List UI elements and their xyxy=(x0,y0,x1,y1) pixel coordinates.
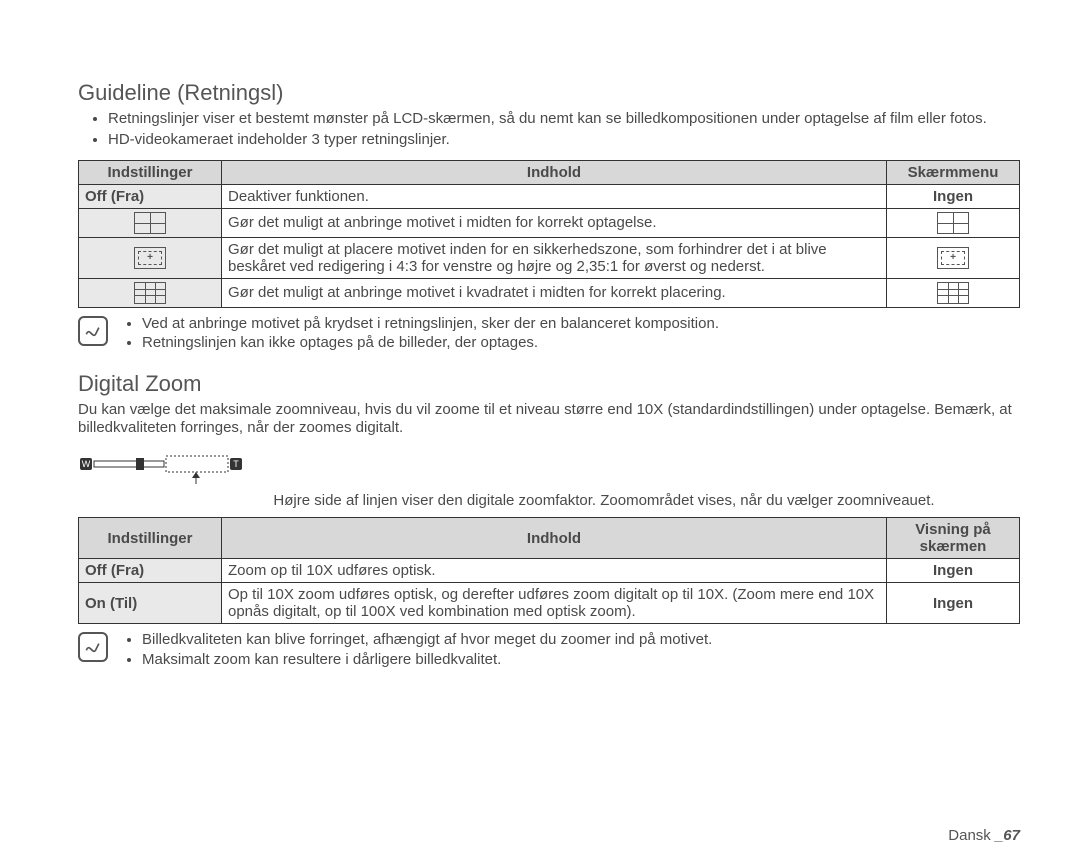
th-display: Visning på skærmen xyxy=(887,518,1020,559)
zoom-table: Indstillinger Indhold Visning på skærmen… xyxy=(78,517,1020,624)
zoom-bar-illustration: W T xyxy=(78,448,1020,488)
guideline-grid-icon xyxy=(937,282,969,304)
note-item: Ved at anbringe motivet på krydset i ret… xyxy=(142,314,719,334)
cell-content: Gør det muligt at placere motivet inden … xyxy=(222,237,887,278)
guideline-safezone-icon xyxy=(937,247,969,269)
zoom-caption: Højre side af linjen viser den digitale … xyxy=(188,492,1020,509)
intro-item: Retningslinjer viser et bestemt mønster … xyxy=(108,110,1020,129)
guideline-table: Indstillinger Indhold Skærmmenu Off (Fra… xyxy=(78,160,1020,308)
guideline-intro-list: Retningslinjer viser et bestemt mønster … xyxy=(78,110,1020,150)
guideline-cross-icon xyxy=(937,212,969,234)
table-row: Gør det muligt at anbringe motivet i mid… xyxy=(79,208,1020,237)
th-content: Indhold xyxy=(222,160,887,184)
cell-display-icon xyxy=(887,278,1020,307)
note-item: Maksimalt zoom kan resultere i dårligere… xyxy=(142,650,712,670)
cell-display: Ingen xyxy=(887,559,1020,583)
cell-content: Gør det muligt at anbringe motivet i kva… xyxy=(222,278,887,307)
page-footer: Dansk _67 xyxy=(948,827,1020,844)
guideline-grid-icon xyxy=(134,282,166,304)
svg-text:W: W xyxy=(82,459,91,469)
table-header-row: Indstillinger Indhold Visning på skærmen xyxy=(79,518,1020,559)
guideline-safezone-icon xyxy=(134,247,166,269)
cell-display-icon xyxy=(887,208,1020,237)
table-row: Off (Fra) Deaktiver funktionen. Ingen xyxy=(79,184,1020,208)
section-title-zoom: Digital Zoom xyxy=(78,371,1020,397)
footer-lang: Dansk xyxy=(948,827,995,844)
cell-setting-icon xyxy=(79,278,222,307)
th-settings: Indstillinger xyxy=(79,518,222,559)
cell-setting: Off (Fra) xyxy=(79,559,222,583)
zoom-note: Billedkvaliteten kan blive forringet, af… xyxy=(78,630,1020,669)
cell-content: Deaktiver funktionen. xyxy=(222,184,887,208)
cell-setting-icon xyxy=(79,237,222,278)
cell-display-icon xyxy=(887,237,1020,278)
intro-item: HD-videokameraet indeholder 3 typer retn… xyxy=(108,131,1020,150)
th-display: Skærmmenu xyxy=(887,160,1020,184)
note-item: Retningslinjen kan ikke optages på de bi… xyxy=(142,333,719,353)
table-row: Gør det muligt at anbringe motivet i kva… xyxy=(79,278,1020,307)
zoom-intro: Du kan vælge det maksimale zoomniveau, h… xyxy=(78,401,1020,439)
note-icon xyxy=(78,316,108,346)
th-content: Indhold xyxy=(222,518,887,559)
table-row: Gør det muligt at placere motivet inden … xyxy=(79,237,1020,278)
table-row: On (Til) Op til 10X zoom udføres optisk,… xyxy=(79,583,1020,624)
table-header-row: Indstillinger Indhold Skærmmenu xyxy=(79,160,1020,184)
table-row: Off (Fra) Zoom op til 10X udføres optisk… xyxy=(79,559,1020,583)
note-icon xyxy=(78,632,108,662)
footer-page: _67 xyxy=(995,827,1020,844)
cell-content: Zoom op til 10X udføres optisk. xyxy=(222,559,887,583)
svg-text:T: T xyxy=(233,459,239,469)
guideline-cross-icon xyxy=(134,212,166,234)
cell-content: Gør det muligt at anbringe motivet i mid… xyxy=(222,208,887,237)
manual-page: Guideline (Retningsl) Retningslinjer vis… xyxy=(0,0,1080,868)
note-item: Billedkvaliteten kan blive forringet, af… xyxy=(142,630,712,650)
cell-content: Op til 10X zoom udføres optisk, og deref… xyxy=(222,583,887,624)
cell-setting: Off (Fra) xyxy=(79,184,222,208)
cell-setting-icon xyxy=(79,208,222,237)
cell-setting: On (Til) xyxy=(79,583,222,624)
cell-display: Ingen xyxy=(887,583,1020,624)
cell-display: Ingen xyxy=(887,184,1020,208)
guideline-note: Ved at anbringe motivet på krydset i ret… xyxy=(78,314,1020,353)
section-title-guideline: Guideline (Retningsl) xyxy=(78,80,1020,106)
zoom-bar-icon: W T xyxy=(78,448,248,488)
th-settings: Indstillinger xyxy=(79,160,222,184)
